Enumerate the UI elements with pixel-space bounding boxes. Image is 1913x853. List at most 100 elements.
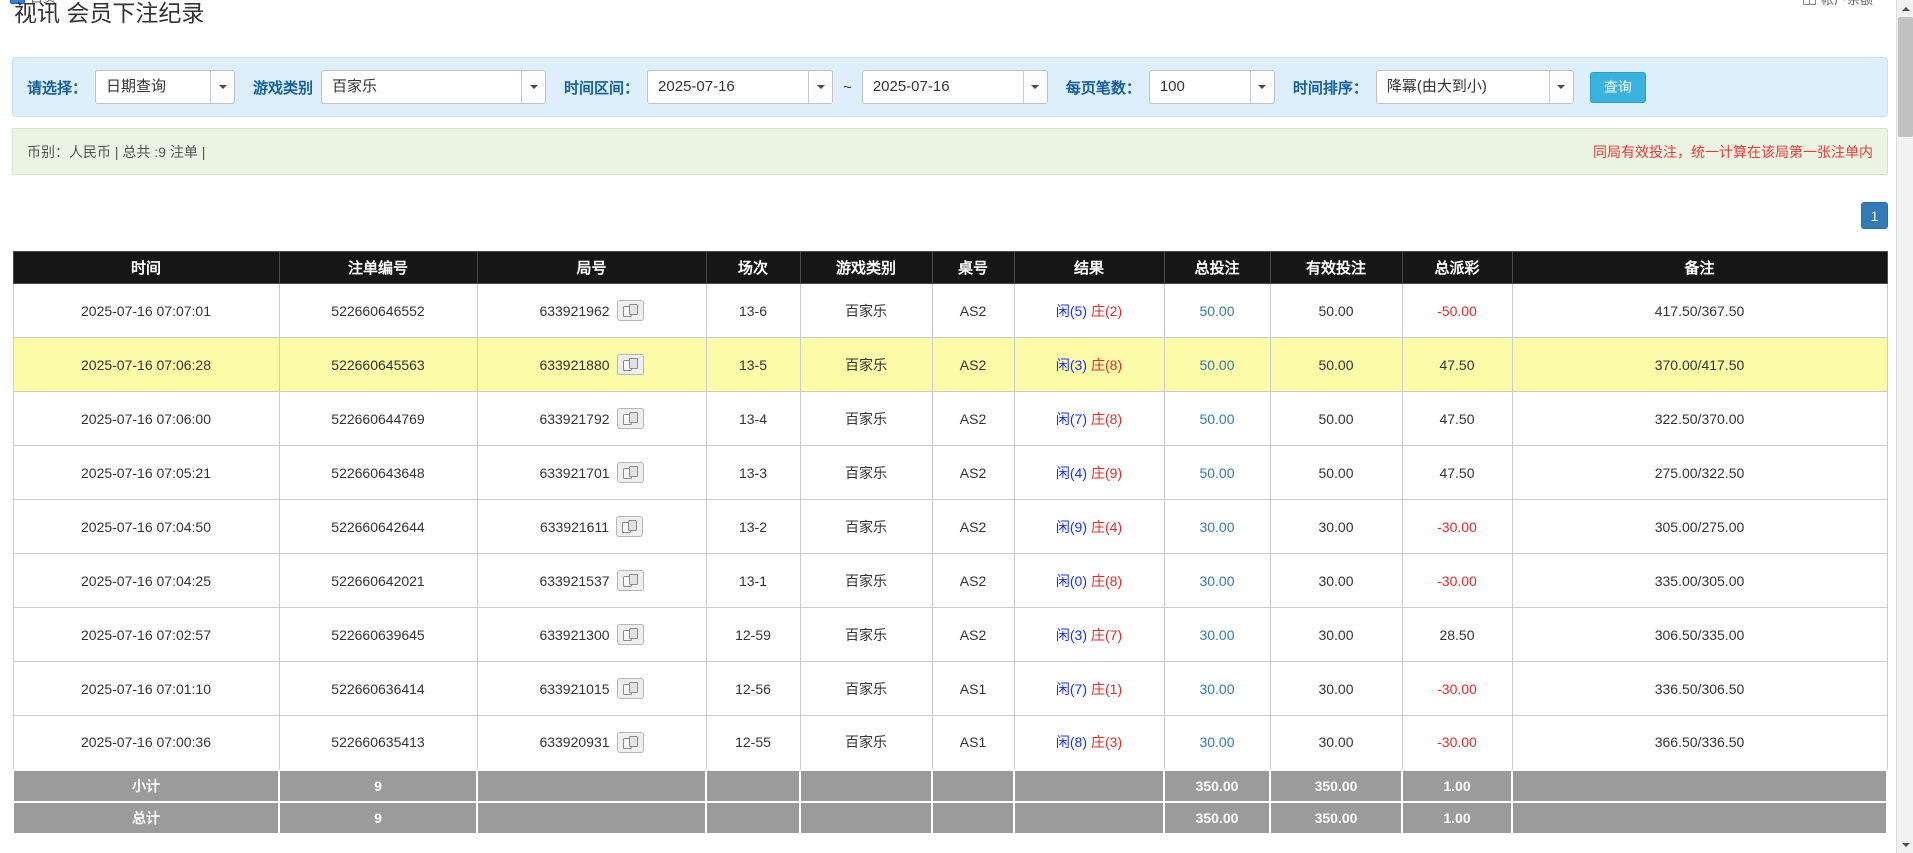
result-player: 闲(5) [1056,303,1087,319]
round-id: 633921537 [539,573,609,589]
cell-table-no: AS2 [932,608,1014,662]
cell-note: 366.50/336.50 [1512,716,1887,770]
time-sort-select[interactable]: 降冪(由大到小) [1376,70,1574,104]
cell-time: 2025-07-16 07:02:57 [13,608,279,662]
query-type-value[interactable]: 日期查询 [96,71,210,103]
round-result-icon[interactable] [617,300,644,321]
cell-round: 633921792 [477,392,706,446]
page-size-select[interactable]: 100 [1149,70,1275,104]
page-size-label: 每页笔数： [1066,77,1141,98]
result-banker: 庄(9) [1091,465,1122,481]
page-size-value[interactable]: 100 [1150,71,1250,103]
scroll-up-icon[interactable] [1897,0,1913,17]
cell-game-type: 百家乐 [800,338,932,392]
search-button[interactable]: 查询 [1590,72,1646,103]
cell-result: 闲(7)庄(8) [1014,392,1164,446]
cell-bet-id: 522660642644 [279,500,477,554]
chevron-down-icon[interactable] [1250,71,1274,103]
cell-time: 2025-07-16 07:07:01 [13,284,279,338]
result-banker: 庄(4) [1091,519,1122,535]
time-sort-value[interactable]: 降冪(由大到小) [1377,71,1549,103]
cell-round: 633921300 [477,608,706,662]
total-bet-link[interactable]: 30.00 [1164,716,1270,770]
cell-game-type: 百家乐 [800,608,932,662]
account-balance-link[interactable]: 帐户余额 [1803,0,1873,8]
cell-valid-bet: 50.00 [1270,446,1402,500]
chevron-down-icon[interactable] [210,71,234,103]
total-bet-link[interactable]: 50.00 [1164,446,1270,500]
cell-valid-bet: 30.00 [1270,554,1402,608]
table-row: 2025-07-16 07:02:57 522660639645 6339213… [13,608,1887,662]
round-result-icon[interactable] [617,732,644,753]
total-bet-link[interactable]: 50.00 [1164,338,1270,392]
round-result-icon[interactable] [616,516,643,537]
round-result-icon[interactable] [617,624,644,645]
cell-payout: 47.50 [1402,338,1512,392]
cell-payout: -50.00 [1402,284,1512,338]
total-bet-link[interactable]: 30.00 [1164,662,1270,716]
subtotal-payout: 1.00 [1402,770,1512,802]
date-range-label: 时间区间： [564,77,639,98]
result-banker: 庄(1) [1091,681,1122,697]
chevron-down-icon[interactable] [1549,71,1573,103]
round-result-icon[interactable] [617,570,644,591]
cell-time: 2025-07-16 07:04:50 [13,500,279,554]
scroll-down-icon[interactable] [1897,836,1913,853]
header-table-no: 桌号 [932,252,1014,284]
round-id: 633921015 [539,681,609,697]
cell-bet-id: 522660636414 [279,662,477,716]
game-type-value[interactable]: 百家乐 [322,71,521,103]
select-label: 请选择： [27,77,87,98]
round-result-icon[interactable] [617,354,644,375]
cell-round: 633921015 [477,662,706,716]
cell-payout: -30.00 [1402,662,1512,716]
cell-time: 2025-07-16 07:01:10 [13,662,279,716]
chevron-down-icon[interactable] [1023,71,1047,103]
total-bet-link[interactable]: 30.00 [1164,608,1270,662]
round-result-icon[interactable] [617,462,644,483]
cell-table-no: AS1 [932,716,1014,770]
header-round: 局号 [477,252,706,284]
cell-payout: 47.50 [1402,446,1512,500]
cell-payout: 47.50 [1402,392,1512,446]
date-to-select[interactable]: 2025-07-16 [862,70,1048,104]
total-bet-link[interactable]: 30.00 [1164,500,1270,554]
total-bet-link[interactable]: 50.00 [1164,392,1270,446]
summary-bar: 币别：人民币 | 总共 :9 注单 | 同局有效投注，统一计算在该局第一张注单内 [12,128,1888,175]
cell-result: 闲(8)庄(3) [1014,716,1164,770]
table-row: 2025-07-16 07:01:10 522660636414 6339210… [13,662,1887,716]
cell-note: 306.50/335.00 [1512,608,1887,662]
subtotal-total-bet: 350.00 [1164,770,1270,802]
round-id: 633921792 [539,411,609,427]
cell-valid-bet: 30.00 [1270,716,1402,770]
date-to-value[interactable]: 2025-07-16 [863,71,1023,103]
cell-round: 633921537 [477,554,706,608]
round-result-icon[interactable] [617,678,644,699]
query-type-select[interactable]: 日期查询 [95,70,235,104]
cell-result: 闲(3)庄(8) [1014,338,1164,392]
chevron-down-icon[interactable] [808,71,832,103]
game-type-select[interactable]: 百家乐 [321,70,546,104]
cell-result: 闲(0)庄(8) [1014,554,1164,608]
round-result-icon[interactable] [617,408,644,429]
round-id: 633921962 [539,303,609,319]
result-player: 闲(0) [1056,573,1087,589]
bet-records-table: 时间 注单编号 局号 场次 游戏类别 桌号 结果 总投注 有效投注 总派彩 备注… [12,251,1888,835]
total-bet-link[interactable]: 50.00 [1164,284,1270,338]
page-1-button[interactable]: 1 [1861,202,1888,229]
date-from-select[interactable]: 2025-07-16 [647,70,833,104]
result-banker: 庄(7) [1091,627,1122,643]
result-player: 闲(8) [1056,734,1087,750]
cell-bet-id: 522660635413 [279,716,477,770]
cell-time: 2025-07-16 07:04:25 [13,554,279,608]
scrollbar-thumb[interactable] [1898,17,1913,137]
filter-bar: 请选择： 日期查询 游戏类别 百家乐 时间区间： 2025-07-16 ~ 20… [12,57,1888,117]
chevron-down-icon[interactable] [521,71,545,103]
cell-result: 闲(9)庄(4) [1014,500,1164,554]
header-payout: 总派彩 [1402,252,1512,284]
total-bet-link[interactable]: 30.00 [1164,554,1270,608]
date-from-value[interactable]: 2025-07-16 [648,71,808,103]
cell-time: 2025-07-16 07:05:21 [13,446,279,500]
cell-valid-bet: 30.00 [1270,608,1402,662]
vertical-scrollbar[interactable] [1896,0,1913,853]
